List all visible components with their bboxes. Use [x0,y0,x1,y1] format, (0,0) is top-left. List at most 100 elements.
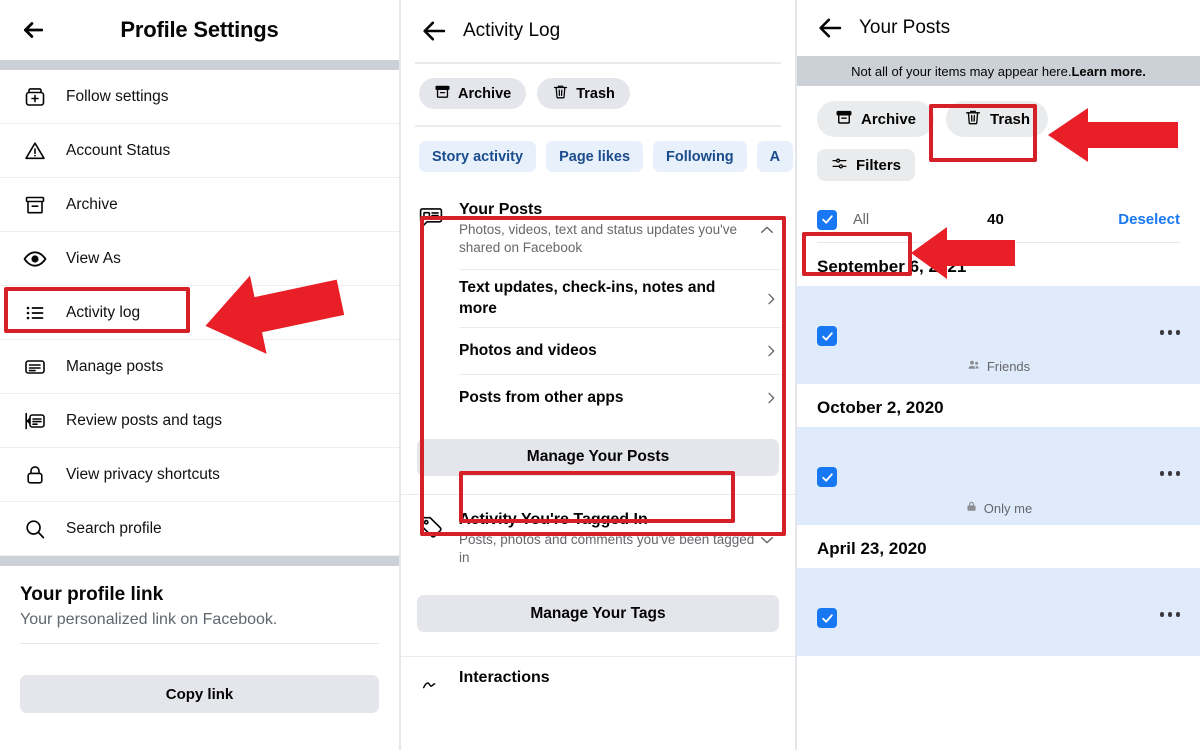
sidebar-item-manage-posts[interactable]: Manage posts [0,340,399,394]
post-card[interactable] [797,568,1200,656]
page-title: Your Posts [859,17,951,38]
your-posts-title: Your Posts [459,201,543,218]
sub-item-label: Posts from other apps [459,388,624,406]
sub-item-label: Photos and videos [459,341,597,359]
ellipsis-icon[interactable] [1159,612,1180,617]
sidebar-item-review-posts-and-tags[interactable]: Review posts and tags [0,394,399,448]
date-header: April 23, 2020 [817,539,927,558]
arrow-left-icon[interactable] [815,13,845,43]
post-checkbox[interactable] [817,608,837,628]
tagged-in-title: Activity You're Tagged In [459,510,648,528]
three-panel-screenshot: Profile Settings Follow settings Account… [0,0,1200,750]
middle-header: Activity Log [401,0,795,62]
notice-banner: Not all of your items may appear here. L… [797,56,1200,86]
select-all-label: All [853,211,870,228]
right-header: Your Posts [797,0,1200,56]
tab-partial[interactable]: A [756,141,794,172]
ellipsis-icon[interactable] [1159,471,1180,476]
date-header: October 2, 2020 [817,398,944,417]
sidebar-item-label: Activity log [66,303,141,321]
lock-icon [20,460,50,490]
sliders-icon [831,155,848,176]
archive-chip-label: Archive [458,85,512,102]
trash-chip[interactable]: Trash [537,78,630,109]
filters-row: Filters [797,137,1200,181]
post-card[interactable]: Only me [797,427,1200,525]
profile-link-subtitle: Your personalized link on Facebook. [20,611,278,628]
profile-link-rule [20,643,379,644]
interactions-section-header[interactable]: Interactions [401,657,795,706]
section-divider-band [0,60,399,70]
sub-item-photos-and-videos[interactable]: Photos and videos [459,326,781,374]
your-posts-section-header[interactable]: Your Posts Photos, videos, text and stat… [401,187,795,269]
post-checkbox[interactable] [817,467,837,487]
archive-chip-label: Archive [861,110,917,128]
selected-count: 40 [987,211,1004,228]
copy-link-button[interactable]: Copy link [20,675,379,713]
left-header: Profile Settings [0,0,399,60]
ellipsis-icon[interactable] [1159,330,1180,335]
sidebar-item-label: View As [66,249,121,267]
audience-label: Only me [983,500,1033,516]
chevron-right-icon [761,343,781,359]
sidebar-item-search-profile[interactable]: Search profile [0,502,399,556]
your-posts-description: Photos, videos, text and status updates … [459,222,738,256]
sidebar-item-label: Account Status [66,141,171,159]
sub-item-text-updates[interactable]: Text updates, check-ins, notes and more [459,269,781,326]
archive-box-icon [20,190,50,220]
archive-chip[interactable]: Archive [419,78,527,109]
post-card-icon [20,352,50,382]
sidebar-item-label: Review posts and tags [66,411,222,429]
manage-your-posts-button[interactable]: Manage Your Posts [417,438,779,476]
select-all-row: All 40 Deselect [817,197,1180,243]
your-posts-panel: Your Posts Not all of your items may app… [797,0,1200,750]
sidebar-item-activity-log[interactable]: Activity log [0,286,399,340]
trash-chip[interactable]: Trash [946,101,1049,137]
select-all-checkbox[interactable] [817,209,837,230]
sidebar-item-view-as[interactable]: View As [0,232,399,286]
archive-trash-chip-row: Archive Trash [401,64,795,125]
sidebar-item-label: Manage posts [66,357,164,375]
arrow-left-icon[interactable] [18,15,48,45]
filters-button[interactable]: Filters [817,149,916,181]
sidebar-item-view-privacy-shortcuts[interactable]: View privacy shortcuts [0,448,399,502]
tagged-in-description: Posts, photos and comments you've been t… [459,531,755,565]
filters-label: Filters [856,156,902,174]
trash-chip-label: Trash [990,110,1031,128]
activity-tabs-row: Story activity Page likes Following A [401,141,795,187]
sidebar-item-account-status[interactable]: Account Status [0,124,399,178]
learn-more-link[interactable]: Learn more. [1071,64,1145,79]
page-title: Activity Log [463,20,561,41]
sidebar-item-follow-settings[interactable]: Follow settings [0,70,399,124]
post-checkbox[interactable] [817,326,837,346]
archive-trash-chip-row: Archive Trash [797,86,1200,137]
sub-item-posts-from-other-apps[interactable]: Posts from other apps [459,373,781,421]
trash-chip-label: Trash [576,85,615,102]
post-bubble-icon [417,204,445,230]
chevron-down-icon[interactable] [755,511,779,549]
magnifier-icon [20,514,50,544]
profile-link-title: Your profile link [20,584,164,605]
post-card[interactable]: Friends [797,286,1200,384]
tagged-in-section-header[interactable]: Activity You're Tagged In Posts, photos … [401,495,795,579]
deselect-button[interactable]: Deselect [1118,211,1180,228]
audience-label: Friends [986,359,1031,374]
friends-icon [967,358,981,375]
activity-log-panel: Activity Log Archive Trash Story activit… [401,0,795,750]
arrow-left-icon[interactable] [419,16,449,46]
archive-box-icon [434,83,451,104]
section-divider-band-2 [0,556,399,566]
manage-your-tags-button[interactable]: Manage Your Tags [417,595,779,633]
chevron-up-icon[interactable] [755,201,779,239]
tab-story-activity[interactable]: Story activity [419,141,537,172]
follow-settings-icon [20,82,50,112]
profile-settings-panel: Profile Settings Follow settings Account… [0,0,399,750]
tab-page-likes[interactable]: Page likes [546,141,644,172]
sidebar-item-archive[interactable]: Archive [0,178,399,232]
tab-following[interactable]: Following [653,141,747,172]
archive-chip[interactable]: Archive [817,101,935,137]
profile-link-block: Your profile link Your personalized link… [0,566,399,629]
page-title: Profile Settings [120,17,279,42]
review-posts-icon [20,406,50,436]
chip-row-rule [415,125,781,127]
